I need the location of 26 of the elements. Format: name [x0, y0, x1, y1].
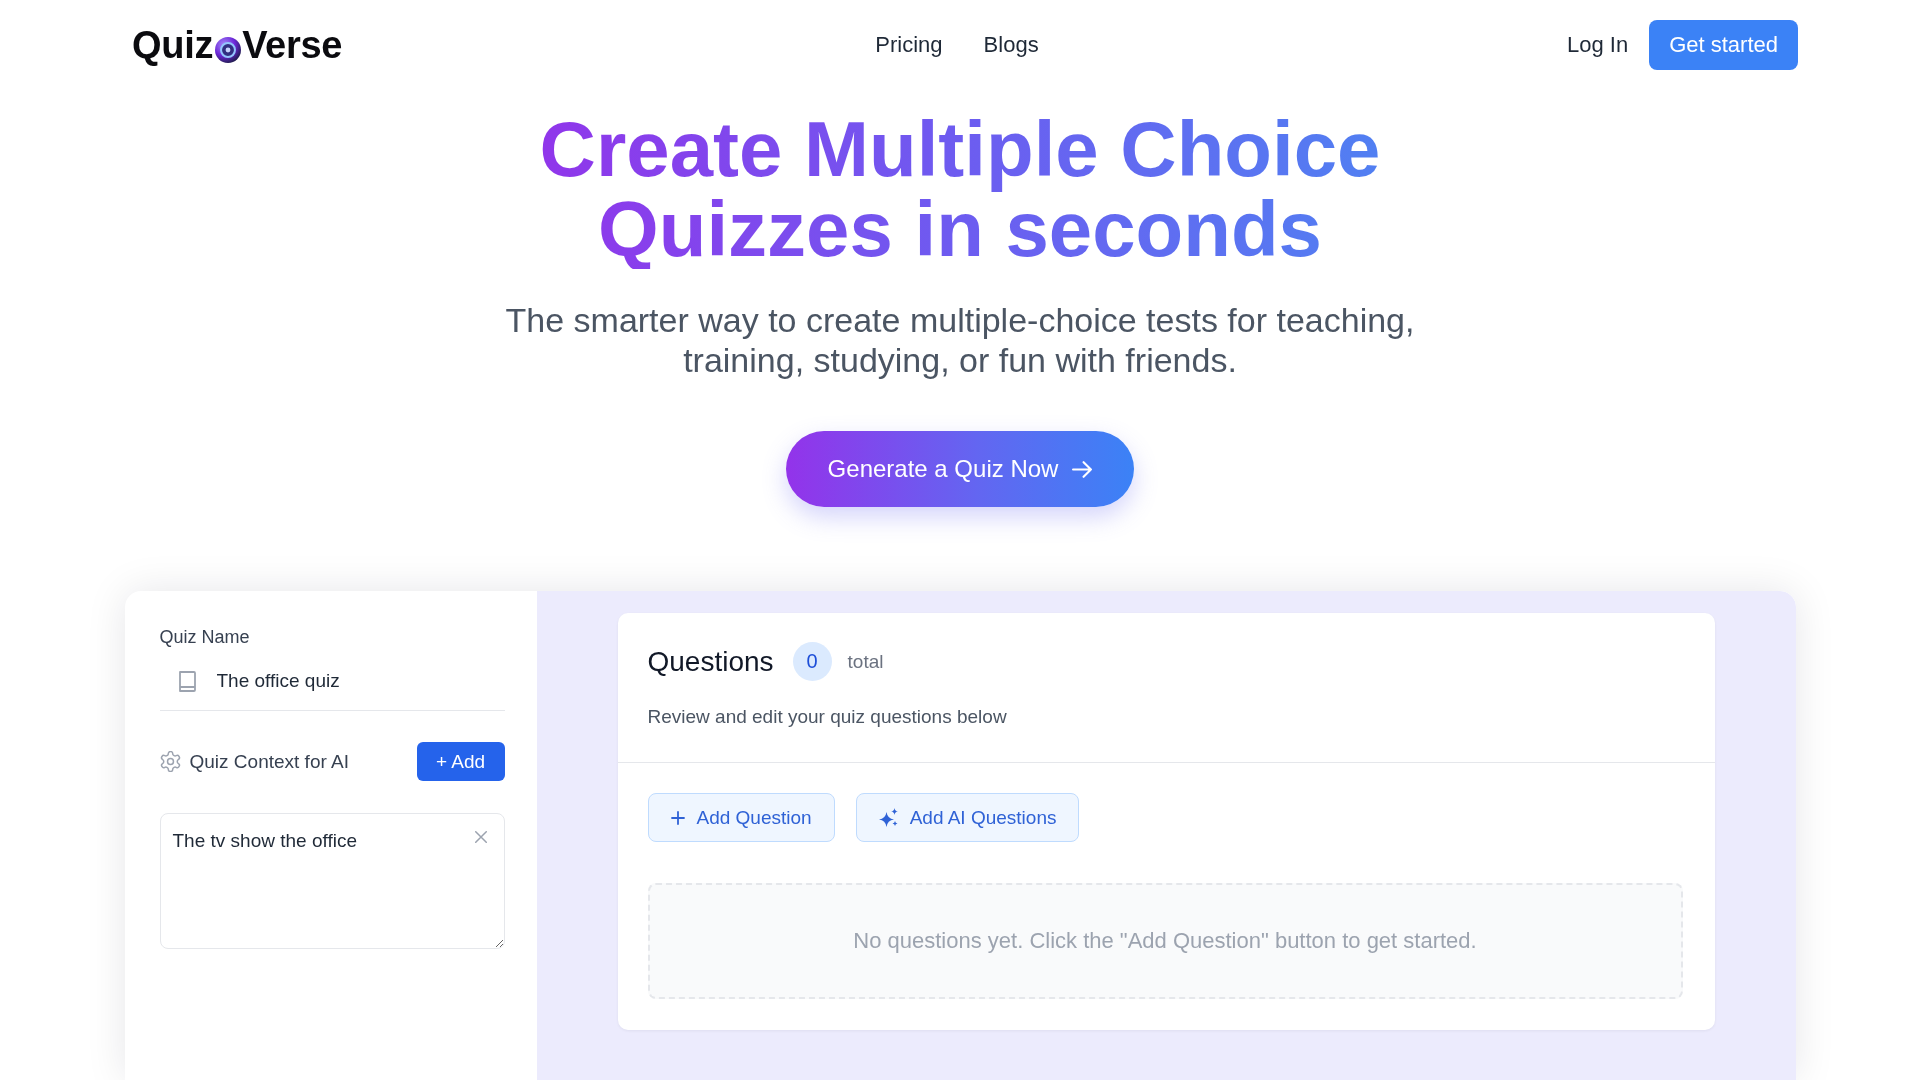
home-logo[interactable]: Quiz Verse — [132, 23, 343, 67]
nav-link[interactable]: Blogs — [983, 32, 1039, 58]
context-label: Quiz Context for AI — [189, 750, 349, 773]
sparkle-icon — [878, 808, 898, 827]
empty-state: No questions yet. Click the "Add Question" button to get started. — [647, 883, 1683, 999]
count-badge: 0 — [792, 642, 832, 681]
generate-quiz-button[interactable]: Generate a Quiz Now — [785, 431, 1135, 507]
nav-link[interactable]: Pricing — [875, 32, 943, 58]
context-field[interactable]: The tv show the office — [159, 813, 505, 949]
add-ai-questions-button[interactable]: Add AI Questions — [855, 793, 1080, 842]
close-icon[interactable] — [474, 831, 487, 843]
quiz-name-field[interactable]: The office quiz — [159, 652, 505, 711]
orb-logo-icon — [215, 36, 242, 63]
book-icon — [178, 671, 196, 692]
questions-title: Questions — [647, 645, 774, 678]
login-link[interactable]: Log In — [1567, 32, 1629, 58]
settings-icon — [159, 751, 181, 772]
questions-description: Review and edit your quiz questions below — [647, 706, 1008, 728]
plus-icon — [670, 810, 685, 825]
add-context-button[interactable]: + Add — [416, 742, 505, 781]
get-started-button[interactable]: Get started — [1649, 20, 1798, 70]
count-label: total — [847, 650, 884, 673]
quiz-name-label: Quiz Name — [159, 626, 251, 648]
hero-subtitle: The smarter way to create multiple-choice tests for teaching, training, studying, or fun with friends. — [504, 300, 1416, 380]
arrow-right-icon — [1072, 460, 1093, 478]
add-question-button[interactable]: Add Question — [647, 793, 835, 842]
